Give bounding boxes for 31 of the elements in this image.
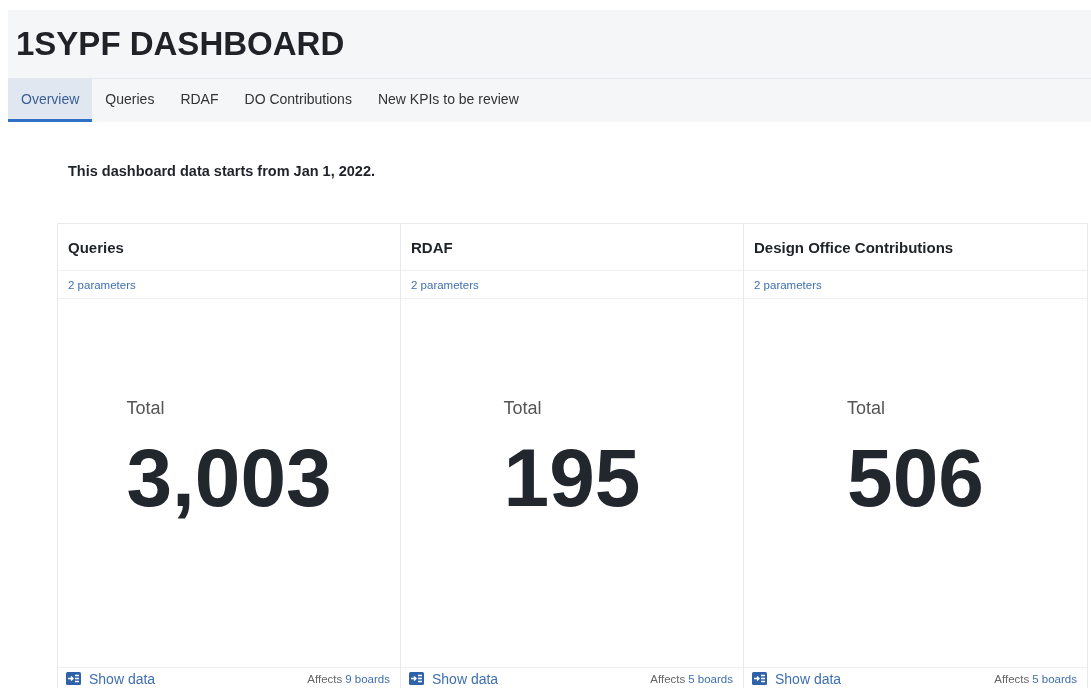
tab[interactable]: RDAF xyxy=(167,79,232,122)
boards-link[interactable]: 9 boards xyxy=(345,672,390,685)
tab[interactable]: DO Contributions xyxy=(231,79,365,122)
affects-label: Affects xyxy=(994,672,1030,685)
card-title: Queries xyxy=(58,224,400,271)
table-icon xyxy=(752,672,767,685)
metric-value: 195 xyxy=(503,436,641,519)
metric-label: Total xyxy=(847,397,886,419)
metric-value: 3,003 xyxy=(126,436,332,519)
table-icon xyxy=(409,672,424,685)
parameters-link[interactable]: 2 parameters xyxy=(411,278,479,291)
metric-label: Total xyxy=(126,397,165,419)
parameters-link[interactable]: 2 parameters xyxy=(754,278,822,291)
card-title: Design Office Contributions xyxy=(744,224,1087,271)
show-data-button[interactable]: Show data xyxy=(752,670,842,687)
table-icon xyxy=(66,672,81,685)
boards-link[interactable]: 5 boards xyxy=(688,672,733,685)
tab[interactable]: Queries xyxy=(92,79,168,122)
tab[interactable]: Overview xyxy=(8,79,93,122)
tab[interactable]: New KPIs to be review xyxy=(364,79,532,122)
show-data-button[interactable]: Show data xyxy=(409,670,499,687)
metric-label: Total xyxy=(503,397,542,419)
affects-label: Affects xyxy=(307,672,343,685)
affects-label: Affects xyxy=(650,672,686,685)
info-text: This dashboard data starts from Jan 1, 2022. xyxy=(68,163,377,179)
boards-link[interactable]: 5 boards xyxy=(1032,672,1077,685)
card-title: RDAF xyxy=(401,224,743,271)
parameters-link[interactable]: 2 parameters xyxy=(68,278,136,291)
show-data-button[interactable]: Show data xyxy=(66,670,156,687)
metric-value: 506 xyxy=(847,436,984,519)
dashboard-title: 1SYPF DASHBOARD xyxy=(8,10,1091,79)
